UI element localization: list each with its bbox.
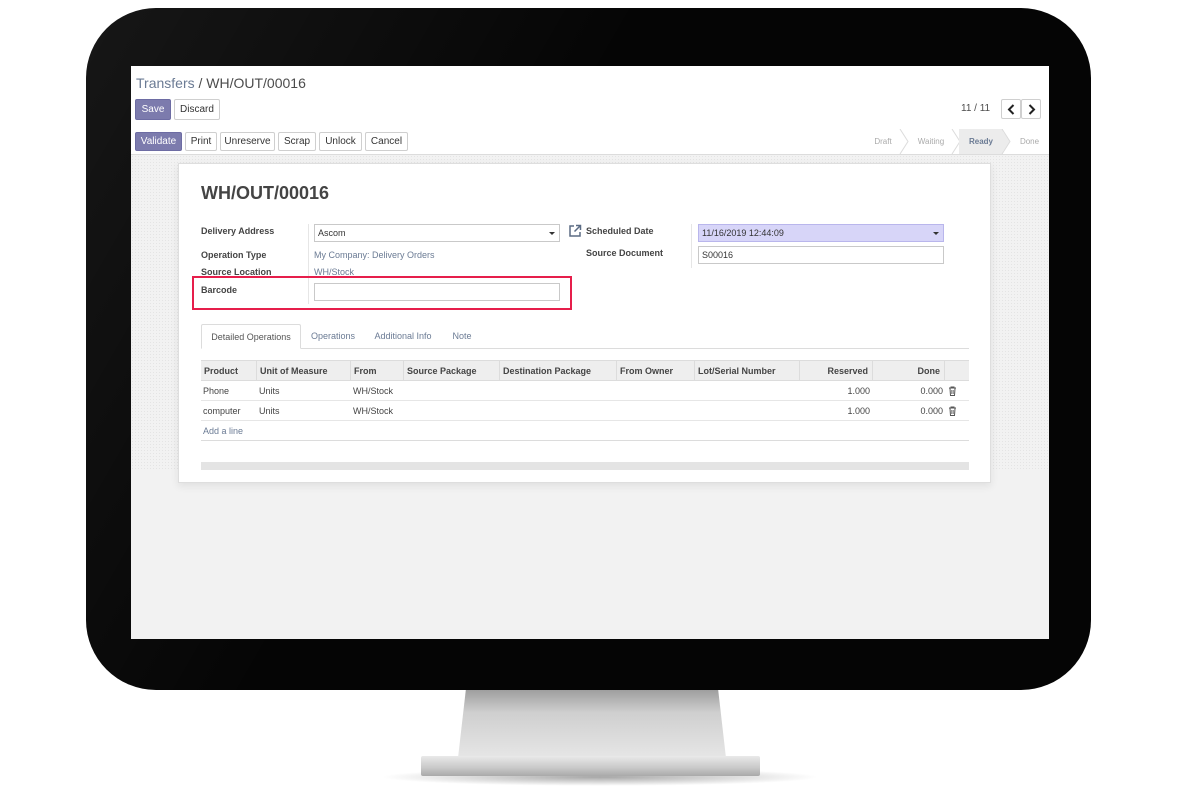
barcode-highlight-box (192, 276, 572, 310)
scheduled-date-label: Scheduled Date (586, 226, 654, 236)
chevron-left-icon (1007, 104, 1015, 115)
column-header[interactable]: Reserved (800, 361, 873, 381)
form-sheet: WH/OUT/00016 Delivery Address Ascom Oper… (178, 163, 991, 483)
trash-icon[interactable] (948, 406, 957, 416)
operation-type-label: Operation Type (201, 250, 267, 260)
delivery-address-value: Ascom (318, 228, 346, 238)
pager-previous-button[interactable] (1001, 99, 1021, 119)
monitor-stand-neck (458, 688, 726, 758)
print-button[interactable]: Print (185, 132, 217, 151)
cell-reserved: 1.000 (847, 386, 870, 396)
state-pipeline: Draft Waiting Ready Done (862, 129, 1049, 154)
cell-from: WH/Stock (353, 406, 394, 416)
unlock-button[interactable]: Unlock (319, 132, 362, 151)
cell-product: Phone (203, 386, 230, 396)
column-header[interactable]: Product (201, 361, 257, 381)
tab-operations[interactable]: Operations (305, 324, 361, 349)
pager-next-button[interactable] (1021, 99, 1041, 119)
scheduled-date-value: 11/16/2019 12:44:09 (702, 228, 784, 238)
statusbar: Validate Print Unreserve Scrap Unlock Ca… (131, 129, 1049, 155)
column-header[interactable]: Source Package (404, 361, 500, 381)
column-header[interactable]: Done (873, 361, 945, 381)
source-document-label: Source Document (586, 248, 664, 258)
chevron-right-icon (1028, 104, 1036, 115)
dropdown-caret-icon (549, 232, 555, 235)
breadcrumb-separator: / (198, 75, 203, 91)
table-row[interactable]: computer Units WH/Stock 1.000 0.000 (201, 401, 969, 421)
cell-done: 0.000 (920, 406, 943, 416)
monitor-stand-base (421, 756, 760, 776)
cell-from: WH/Stock (353, 386, 394, 396)
unreserve-button[interactable]: Unreserve (220, 132, 275, 151)
tab-additional-info[interactable]: Additional Info (367, 324, 439, 349)
breadcrumb-current: WH/OUT/00016 (206, 75, 306, 91)
table-row[interactable]: Phone Units WH/Stock 1.000 0.000 (201, 381, 969, 401)
save-button[interactable]: Save (135, 99, 171, 120)
operation-type-link[interactable]: My Company: Delivery Orders (314, 250, 435, 260)
cell-done: 0.000 (920, 386, 943, 396)
scrap-button[interactable]: Scrap (278, 132, 316, 151)
external-link-icon[interactable] (568, 224, 582, 238)
source-document-input[interactable]: S00016 (698, 246, 944, 264)
column-header[interactable]: From (351, 361, 404, 381)
screen: Transfers / WH/OUT/00016 Save Discard 11… (131, 66, 1049, 639)
section-divider (201, 462, 969, 470)
tab-note[interactable]: Note (446, 324, 478, 349)
cell-reserved: 1.000 (847, 406, 870, 416)
blank-area (131, 470, 1049, 639)
cell-uom: Units (259, 386, 280, 396)
cancel-button[interactable]: Cancel (365, 132, 408, 151)
pager-value[interactable]: 11 / 11 (961, 103, 990, 114)
state-waiting: Waiting (917, 137, 945, 146)
breadcrumb-transfers-link[interactable]: Transfers (136, 75, 195, 91)
delivery-address-select[interactable]: Ascom (314, 224, 560, 242)
state-done: Done (1019, 137, 1040, 146)
tab-detailed-operations[interactable]: Detailed Operations (201, 324, 301, 349)
record-title: WH/OUT/00016 (201, 183, 330, 203)
column-header[interactable]: From Owner (617, 361, 695, 381)
control-panel: Transfers / WH/OUT/00016 Save Discard 11… (131, 66, 1049, 130)
cell-uom: Units (259, 406, 280, 416)
notebook-tabs: Detailed Operations Operations Additiona… (201, 324, 969, 349)
delivery-address-label: Delivery Address (201, 226, 275, 236)
column-header[interactable]: Unit of Measure (257, 361, 351, 381)
state-draft: Draft (874, 137, 892, 146)
column-separator (691, 224, 692, 268)
state-ready: Ready (959, 129, 1003, 154)
discard-button[interactable]: Discard (174, 99, 220, 120)
table-footer-border (201, 440, 969, 441)
column-header[interactable]: Destination Package (500, 361, 617, 381)
breadcrumb: Transfers / WH/OUT/00016 (136, 75, 306, 91)
column-header[interactable]: Lot/Serial Number (695, 361, 800, 381)
scheduled-date-picker[interactable]: 11/16/2019 12:44:09 (698, 224, 944, 242)
trash-icon[interactable] (948, 386, 957, 396)
validate-button[interactable]: Validate (135, 132, 182, 151)
table-header: Product Unit of Measure From Source Pack… (201, 360, 969, 381)
add-a-line-link[interactable]: Add a line (203, 426, 243, 436)
dropdown-caret-icon (933, 232, 939, 235)
cell-product: computer (203, 406, 241, 416)
